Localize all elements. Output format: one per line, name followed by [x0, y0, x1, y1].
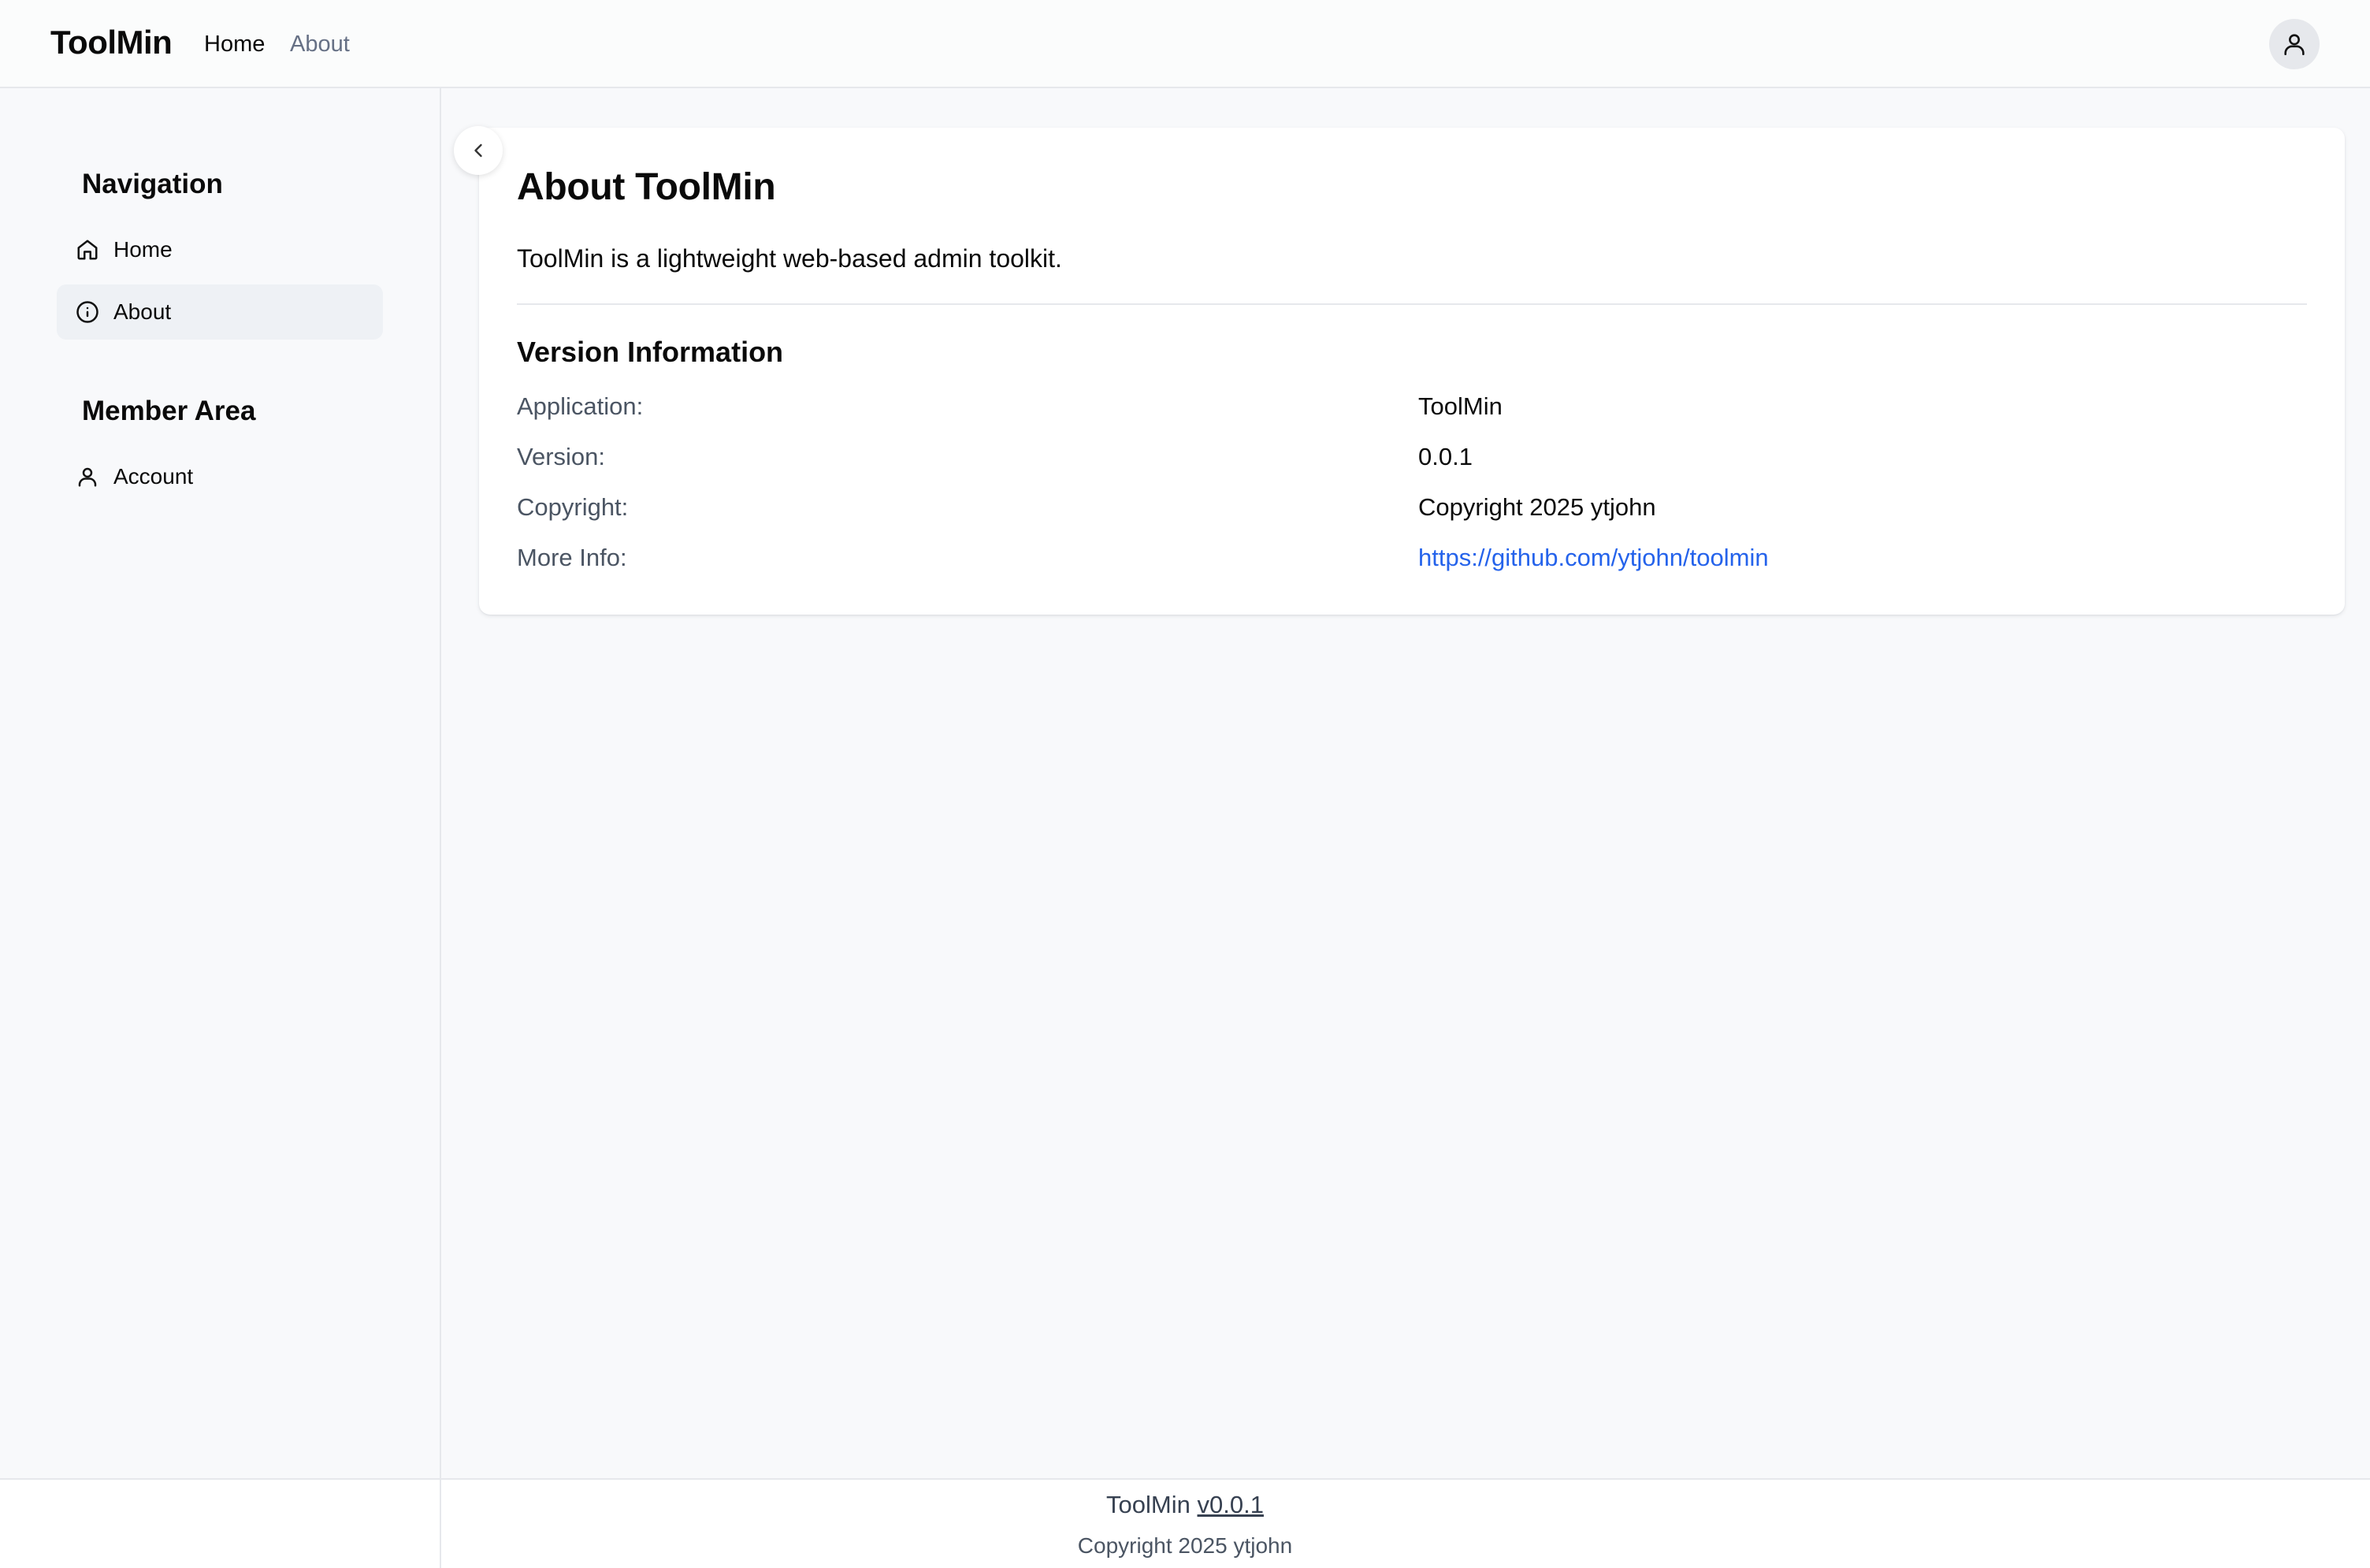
info-icon: [76, 301, 98, 323]
info-value-version: 0.0.1: [1418, 443, 1473, 470]
footer-version-line: ToolMin v0.0.1: [441, 1491, 1929, 1519]
sidebar-item-label: Home: [113, 237, 173, 262]
about-description: ToolMin is a lightweight web-based admin…: [517, 244, 1062, 273]
brand-logo[interactable]: ToolMin: [50, 24, 173, 61]
sidebar-item-home[interactable]: Home: [57, 222, 383, 277]
footer-app-name: ToolMin: [1106, 1491, 1191, 1518]
sidebar-heading-navigation: Navigation: [82, 169, 223, 199]
info-label-version: Version:: [517, 443, 606, 470]
sidebar-collapse-button[interactable]: [454, 126, 503, 175]
sidebar-heading-member-area: Member Area: [82, 396, 256, 426]
home-icon: [77, 240, 98, 260]
sidebar: Navigation Home About Member Area Accoun…: [0, 88, 441, 1478]
user-icon: [78, 467, 97, 487]
user-icon: [2284, 34, 2305, 56]
github-link[interactable]: https://github.com/ytjohn/toolmin: [1418, 544, 1769, 571]
page-title: About ToolMin: [517, 166, 776, 208]
footer-version-link[interactable]: v0.0.1: [1198, 1491, 1264, 1518]
sidebar-item-label: Account: [113, 464, 194, 489]
info-value-copyright: Copyright 2025 ytjohn: [1418, 493, 1656, 521]
info-label-copyright: Copyright:: [517, 493, 629, 521]
info-label-more-info: More Info:: [517, 544, 627, 571]
user-menu-button[interactable]: [2269, 19, 2320, 69]
topnav-home-link[interactable]: Home: [204, 32, 265, 58]
sidebar-item-account[interactable]: Account: [57, 449, 383, 504]
chevron-left-icon: [474, 143, 482, 158]
sidebar-item-about[interactable]: About: [57, 284, 383, 340]
version-info-heading: Version Information: [517, 336, 784, 368]
divider: [517, 303, 2307, 305]
footer-sidebar-area: [0, 1478, 441, 1568]
topnav-about-link[interactable]: About: [290, 32, 350, 58]
top-header: ToolMin Home About: [0, 0, 2370, 88]
info-value-more-info: https://github.com/ytjohn/toolmin: [1418, 544, 1769, 572]
about-card: About ToolMin ToolMin is a lightweight w…: [479, 128, 2345, 615]
info-value-application: ToolMin: [1418, 392, 1503, 420]
info-label-application: Application:: [517, 392, 644, 420]
footer-copyright: Copyright 2025 ytjohn: [1077, 1533, 1293, 1558]
sidebar-item-label: About: [113, 299, 172, 324]
footer: ToolMin v0.0.1 Copyright 2025 ytjohn: [441, 1478, 2370, 1568]
